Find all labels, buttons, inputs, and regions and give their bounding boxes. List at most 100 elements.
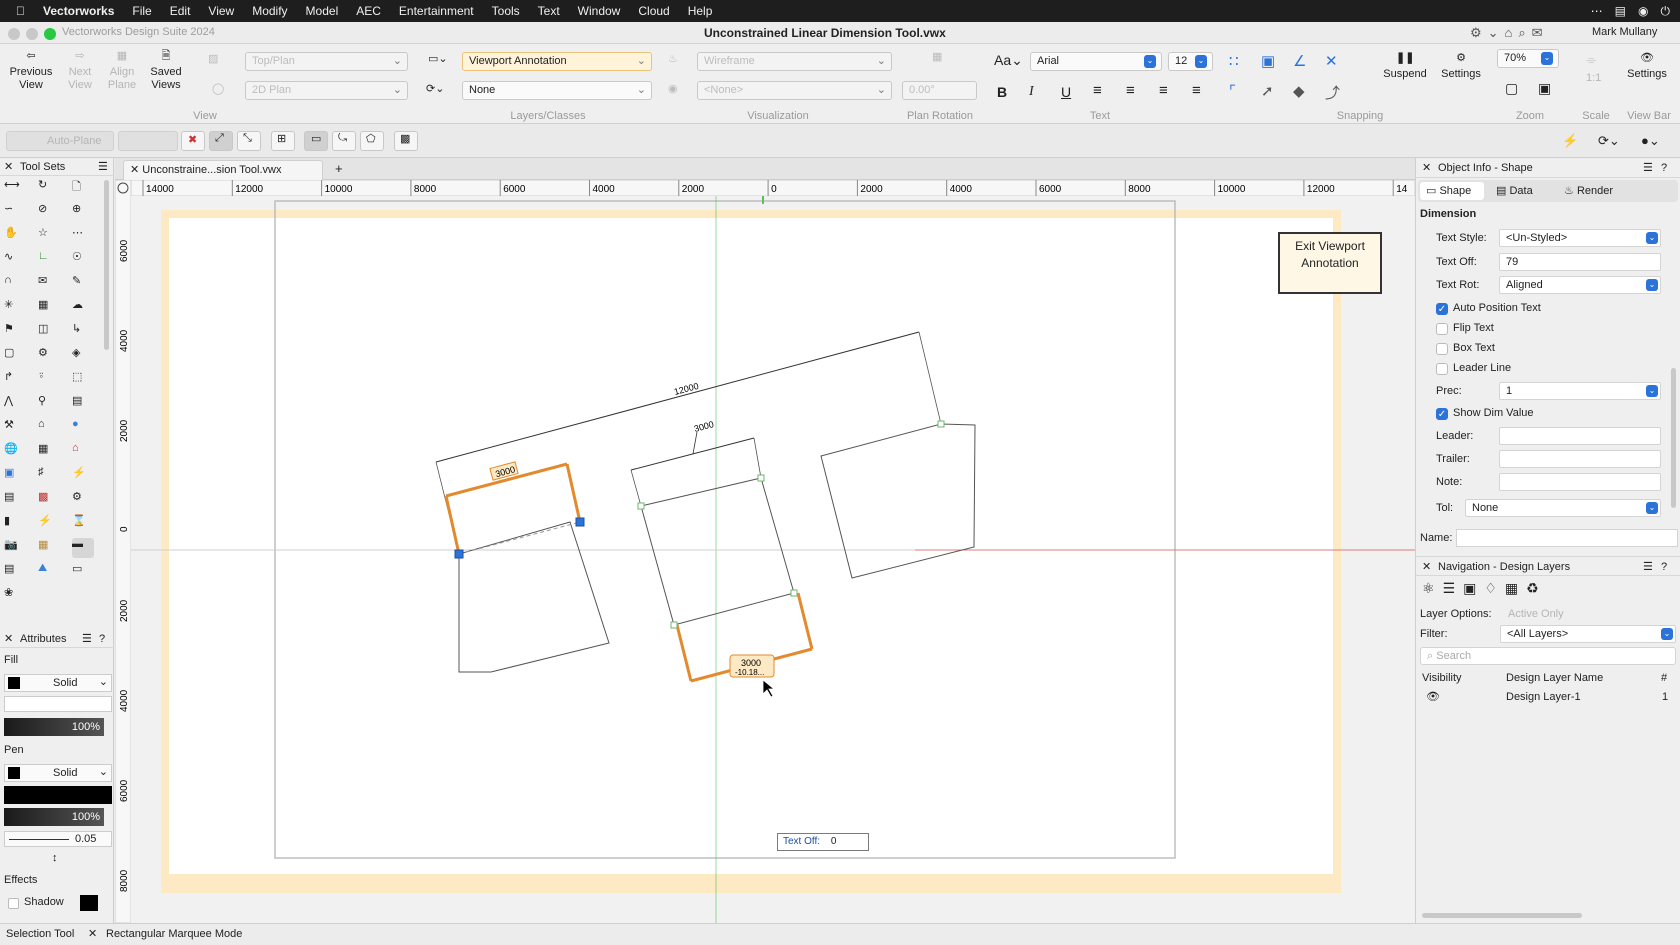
fit-to-window-icon[interactable]: ▢ [1505, 80, 1518, 97]
font-select[interactable]: Arial ⌄ [1030, 52, 1162, 71]
show-dim-value-checkbox[interactable]: ✓ [1436, 408, 1448, 420]
hand-tool-icon[interactable]: ✋ [4, 226, 26, 246]
shadow-checkbox[interactable] [8, 898, 19, 909]
select-area-tool-icon[interactable]: ⬚ [72, 370, 94, 390]
menu-window[interactable]: Window [569, 4, 630, 18]
hourglass-tool-icon[interactable]: ⌛ [72, 514, 94, 534]
snap-tangent-icon[interactable]: ➚ [1261, 82, 1274, 100]
line-weight-select[interactable]: 0.05 [4, 831, 112, 847]
wave-tool-icon[interactable]: ∿ [4, 250, 26, 270]
snap-object-icon[interactable]: ▣ [1261, 52, 1275, 70]
lawn-tool-icon[interactable]: ⌂ [38, 418, 60, 438]
sofa-tool-icon[interactable]: ▩ [38, 490, 60, 510]
page-tool-icon[interactable]: 🗋 [72, 178, 94, 198]
close-icon[interactable]: ✕ [1422, 158, 1431, 178]
control-center-icon[interactable]: ▤ [1615, 4, 1626, 18]
menu-file[interactable]: File [123, 4, 160, 18]
menu-icon[interactable]: ☰ [1643, 158, 1653, 178]
stack-tool-icon[interactable]: ▤ [72, 394, 94, 414]
pen-opacity-slider[interactable]: 100% [4, 808, 104, 826]
power-icon[interactable]: ⏻ [1661, 4, 1671, 19]
exit-viewport-annotation-button[interactable]: Exit Viewport Annotation [1278, 232, 1382, 294]
menu-icon[interactable]: ☰ [82, 630, 92, 648]
layer-icon[interactable]: ▭⌄ [428, 52, 448, 65]
pen-color-swatch[interactable] [4, 786, 112, 804]
canvas-svg[interactable]: 14000 12000 10000 8000 6000 4000 2000 0 2000 4000… [115, 180, 1415, 923]
zoom-window-button[interactable] [44, 28, 56, 40]
close-icon[interactable]: ✕ [1422, 557, 1431, 577]
globe-tool-icon[interactable]: 🌐 [4, 442, 26, 462]
wall-tool-icon[interactable]: ▤ [4, 490, 26, 510]
crosshair-tool-icon[interactable]: ⊕ [72, 202, 94, 222]
stair-tool-icon[interactable]: ↳ [72, 322, 94, 342]
align-plane-button[interactable]: ▦ Align Plane [104, 50, 140, 92]
shadow-color-swatch[interactable] [80, 895, 98, 911]
menu-text[interactable]: Text [529, 4, 569, 18]
layer-search-input[interactable]: ⌕ Search [1420, 647, 1676, 665]
render-icon[interactable]: ♨ [668, 52, 678, 65]
gear-tool-icon[interactable]: ⚙ [38, 346, 60, 366]
drain-tool-icon[interactable]: ⍤ [38, 370, 60, 390]
angle-tool-icon[interactable]: ∟ [38, 250, 60, 270]
saved-views-button[interactable]: 🗎 Saved Views [146, 50, 186, 92]
previous-view-button[interactable]: ⇦ Previous View [6, 50, 56, 92]
snap-point-icon[interactable]: ◆ [1293, 82, 1305, 100]
saved-views-nav-icon[interactable]: ⚛ [1422, 580, 1443, 596]
spark-tool-icon[interactable]: ✳ [4, 298, 26, 318]
minimize-window-button[interactable] [26, 28, 38, 40]
references-nav-icon[interactable]: ♻ [1526, 580, 1547, 596]
projector-tool-icon[interactable]: 📷 [4, 538, 26, 558]
flyover-icon[interactable]: ⟳⌄ [1598, 133, 1620, 149]
flip-text-checkbox[interactable] [1436, 323, 1448, 335]
font-style-button[interactable]: Aa⌄ [994, 52, 1023, 69]
menu-model[interactable]: Model [297, 4, 348, 18]
visualization-icon[interactable]: ◉ [668, 82, 678, 95]
apple-icon[interactable]:  [0, 4, 34, 18]
prec-select[interactable]: 1 ⌄ [1499, 382, 1661, 400]
hand-truck-tool-icon[interactable]: ⚙ [72, 490, 94, 510]
note-field[interactable] [1499, 473, 1661, 491]
align-right-icon[interactable]: ≡ [1159, 82, 1168, 99]
menu-app[interactable]: Vectorworks [34, 4, 123, 18]
font-size-select[interactable]: 12 ⌄ [1168, 52, 1213, 71]
help-icon[interactable]: ? [1661, 557, 1667, 577]
shelf-tool-icon[interactable]: ▤ [4, 562, 26, 582]
cabinet-tool-icon[interactable]: ▦ [38, 538, 60, 558]
vehicle-tool-icon[interactable]: ⛰ [38, 562, 60, 582]
class-icon[interactable]: ⟳⌄ [426, 82, 444, 95]
view-select[interactable]: Top/Plan ⌄ [245, 52, 408, 71]
multi-reshape-mode-button[interactable]: ⤡ [237, 131, 261, 151]
lighting-icon[interactable]: ●⌄ [1641, 133, 1660, 149]
snap-intersection-icon[interactable]: ✕ [1325, 52, 1338, 70]
col-number[interactable]: # [1661, 672, 1667, 684]
light-tool-icon[interactable]: ⚡ [72, 466, 94, 486]
help-icon[interactable]: ? [1661, 158, 1667, 178]
camera-tool-icon[interactable]: ☉ [72, 250, 94, 270]
plant-tool-icon[interactable]: ❀ [4, 586, 26, 606]
menu-tools[interactable]: Tools [483, 4, 529, 18]
diamond-tool-icon[interactable]: ◈ [72, 346, 94, 366]
selection-options-button[interactable]: ▩ [394, 131, 418, 151]
render-mode-select[interactable]: Wireframe ⌄ [697, 52, 892, 71]
disable-interactive-mode-button[interactable]: ✖ [181, 131, 205, 151]
tab-data[interactable]: ▤ Data [1490, 182, 1552, 200]
interactive-scaling-mode-button[interactable]: ⤢ [209, 131, 233, 151]
align-center-icon[interactable]: ≡ [1126, 82, 1135, 99]
col-layer-name[interactable]: Design Layer Name [1506, 672, 1603, 684]
grid-tool-icon[interactable]: ◫ [38, 322, 60, 342]
close-tab-icon[interactable]: ✕ [130, 164, 139, 176]
object-info-scrollbar[interactable] [1671, 368, 1676, 508]
cloud-tool-icon[interactable]: ☁ [72, 298, 94, 318]
frame-tool-icon[interactable]: ▢ [4, 346, 26, 366]
close-icon[interactable]: ✕ [4, 630, 13, 648]
titlebar-tools-icon[interactable]: ⚙⌄⌂⌕✉ [1470, 25, 1549, 41]
suspend-button[interactable]: ❚❚ Suspend [1380, 52, 1430, 81]
pipe-tool-icon[interactable]: ▭ [72, 562, 94, 582]
menu-view[interactable]: View [199, 4, 243, 18]
plan-rotation-field[interactable]: 0.00° [902, 81, 977, 100]
arrow-style-icon[interactable]: ↕ [52, 852, 58, 864]
tag-tool-icon[interactable]: ⚑ [4, 322, 26, 342]
layer-select[interactable]: Viewport Annotation ⌄ [462, 52, 652, 71]
tab-shape[interactable]: ▭ Shape [1420, 182, 1484, 200]
arch-tool-icon[interactable]: ∩ [4, 274, 26, 294]
